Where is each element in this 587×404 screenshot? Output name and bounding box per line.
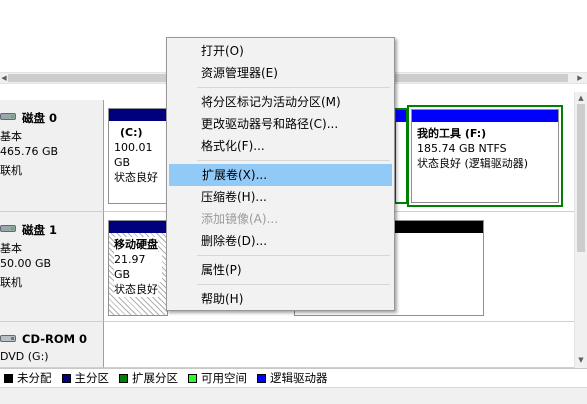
menu-item-mark-active[interactable]: 将分区标记为活动分区(M)	[169, 91, 392, 113]
legend-label: 扩展分区	[132, 371, 178, 385]
legend-swatch	[257, 373, 266, 383]
status-bar	[0, 387, 587, 404]
volume-c-size: 100.01 GB	[114, 141, 153, 169]
legend-item-unallocated: 未分配	[4, 370, 52, 386]
menu-item-delete-volume[interactable]: 删除卷(D)...	[169, 230, 392, 252]
menu-item-extend-volume[interactable]: 扩展卷(X)...	[169, 164, 392, 186]
context-menu: 打开(O) 资源管理器(E) 将分区标记为活动分区(M) 更改驱动器号和路径(C…	[166, 37, 395, 311]
menu-item-help[interactable]: 帮助(H)	[169, 288, 392, 310]
hard-disk-icon	[0, 223, 16, 233]
disk-0-label-panel[interactable]: 磁盘 0 基本 465.76 GB 联机	[0, 100, 104, 212]
volume-mobile-status: 状态良好	[114, 282, 158, 297]
menu-separator	[197, 284, 390, 285]
volume-f-status: 状态良好 (逻辑驱动器)	[417, 157, 529, 170]
menu-separator	[197, 255, 390, 256]
disk-0-name: 磁盘 0	[22, 111, 58, 125]
primary-partition-bar	[109, 109, 167, 121]
cdrom-icon	[0, 333, 16, 343]
legend: 未分配 主分区 扩展分区 可用空间 逻辑驱动器	[0, 368, 587, 387]
volume-c-status: 状态良好	[114, 171, 158, 184]
volume-mobile-disk[interactable]: 移动硬盘 21.97 GB 状态良好	[108, 220, 168, 316]
legend-swatch	[61, 373, 71, 383]
cdrom-0-area	[104, 322, 574, 368]
volume-f-size: 185.74 GB NTFS	[417, 142, 507, 155]
disk-0-type: 基本	[0, 130, 22, 143]
legend-swatch	[4, 373, 13, 383]
primary-partition-bar	[109, 221, 167, 233]
legend-item-free-space: 可用空间	[188, 370, 247, 386]
legend-label: 主分区	[74, 371, 110, 385]
scroll-down-arrow-icon[interactable]: ▼	[575, 354, 587, 366]
menu-separator	[197, 160, 390, 161]
cdrom-0-drive: DVD (G:)	[0, 350, 49, 363]
legend-item-primary: 主分区	[61, 370, 110, 386]
disk-0-size: 465.76 GB	[0, 145, 59, 158]
vertical-scrollbar-thumb[interactable]	[577, 104, 585, 252]
legend-item-extended: 扩展分区	[119, 370, 178, 386]
disk-1-label-panel[interactable]: 磁盘 1 基本 50.00 GB 联机	[0, 212, 104, 322]
volume-mobile-name: 移动硬盘	[114, 237, 158, 252]
disk-1-name: 磁盘 1	[22, 223, 58, 237]
scroll-right-arrow-icon[interactable]: ▶	[575, 73, 585, 83]
disk-1-type: 基本	[0, 242, 22, 255]
cdrom-0-name: CD-ROM 0	[22, 332, 88, 346]
cdrom-0-label-panel[interactable]: CD-ROM 0 DVD (G:)	[0, 322, 104, 368]
menu-item-shrink-volume[interactable]: 压缩卷(H)...	[169, 186, 392, 208]
extended-partition: 我的工具 (F:) 185.74 GB NTFS 状态良好 (逻辑驱动器)	[407, 105, 563, 207]
legend-label: 未分配	[17, 371, 52, 385]
disk-0-status: 联机	[0, 164, 22, 177]
logical-drive-bar	[412, 110, 558, 122]
hard-disk-icon	[0, 111, 16, 121]
disk-1-status: 联机	[0, 276, 22, 289]
volume-c[interactable]: (C:) 100.01 GB 状态良好	[108, 108, 168, 204]
menu-item-change-drive-letter[interactable]: 更改驱动器号和路径(C)...	[169, 113, 392, 135]
legend-label: 逻辑驱动器	[270, 371, 328, 385]
menu-item-open[interactable]: 打开(O)	[169, 40, 392, 62]
menu-item-format[interactable]: 格式化(F)...	[169, 135, 392, 157]
legend-label: 可用空间	[201, 371, 247, 385]
legend-swatch	[188, 373, 197, 383]
volume-f-name: 我的工具 (F:)	[417, 127, 487, 140]
volume-c-name: (C:)	[120, 126, 143, 139]
menu-separator	[197, 87, 390, 88]
scroll-left-arrow-icon[interactable]: ◀	[0, 73, 8, 83]
volume-extended-fragment[interactable]	[394, 108, 408, 204]
menu-item-add-mirror: 添加镜像(A)...	[201, 212, 279, 226]
volume-f[interactable]: 我的工具 (F:) 185.74 GB NTFS 状态良好 (逻辑驱动器)	[411, 109, 559, 203]
legend-item-logical: 逻辑驱动器	[257, 370, 328, 386]
menu-item-explorer[interactable]: 资源管理器(E)	[169, 62, 392, 84]
disk-1-size: 50.00 GB	[0, 257, 52, 270]
scroll-up-arrow-icon[interactable]: ▲	[575, 92, 587, 104]
volume-mobile-size: 21.97 GB	[114, 252, 162, 282]
legend-swatch	[119, 373, 128, 383]
menu-item-properties[interactable]: 属性(P)	[169, 259, 392, 281]
